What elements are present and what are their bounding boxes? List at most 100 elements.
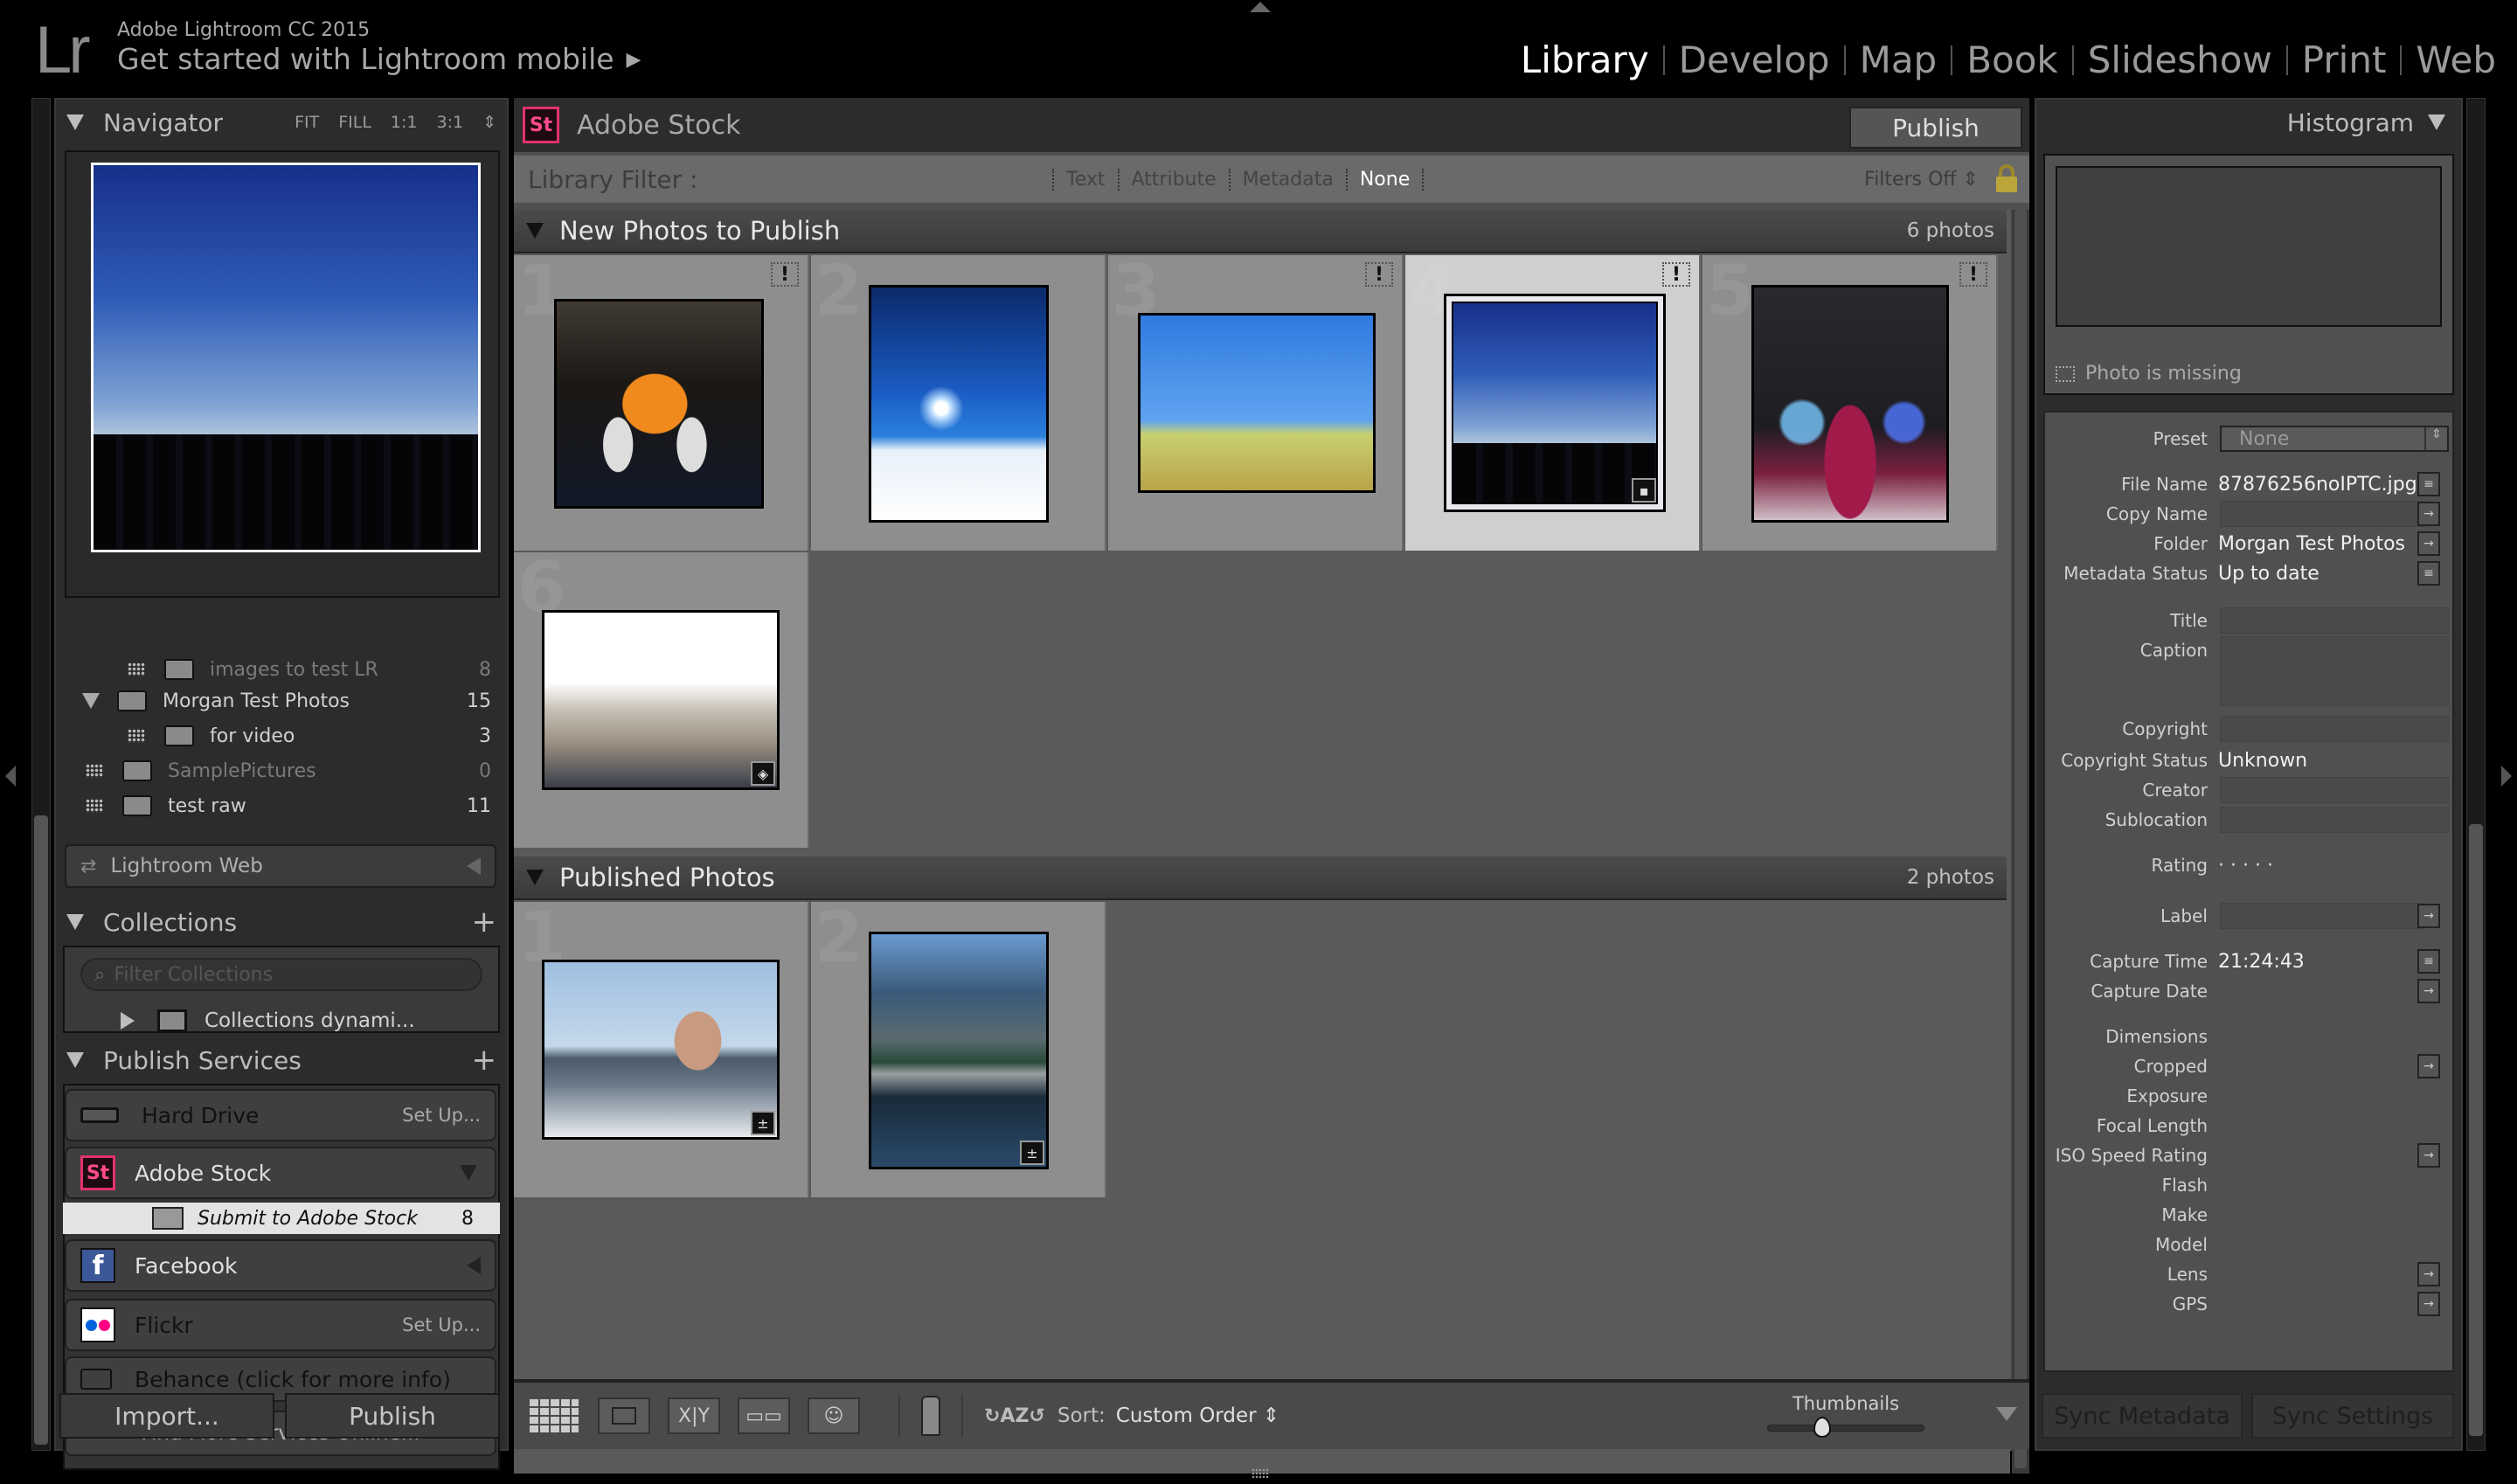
segment-header-published-photos[interactable]: Published Photos 2 photos	[514, 856, 2007, 900]
collapse-triangle-icon[interactable]	[2428, 114, 2445, 130]
filter-metadata[interactable]: Metadata	[1228, 168, 1346, 191]
adjustment-badge-icon[interactable]: ±	[1020, 1141, 1044, 1165]
folder-item-samplepictures[interactable]: SamplePictures 0	[58, 753, 505, 788]
filter-none[interactable]: None	[1345, 168, 1425, 191]
module-web[interactable]: Web	[2402, 38, 2496, 81]
photo-thumbnail-yosemite[interactable]: ±	[869, 932, 1049, 1169]
warning-icon[interactable]: !	[1959, 262, 1987, 287]
metadata-input-caption[interactable]	[2220, 636, 2449, 706]
metadata-input-creator[interactable]	[2220, 777, 2449, 803]
folder-item-images-to-test-lr[interactable]: images to test LR 8	[58, 655, 505, 683]
left-panel-scrollbar[interactable]	[31, 98, 51, 1451]
warning-icon[interactable]: !	[771, 262, 799, 287]
grid-cell[interactable]: 1 ±	[514, 897, 809, 1197]
collapse-triangle-icon[interactable]	[66, 914, 84, 930]
filmstrip-toggle-grip-icon[interactable]	[1252, 1468, 1269, 1479]
photo-thumbnail-skier[interactable]	[869, 285, 1049, 523]
service-flickr[interactable]: Flickr Set Up...	[65, 1299, 496, 1351]
grid-cell[interactable]: 1 !	[514, 250, 809, 551]
go-to-arrow-icon[interactable]: →	[2417, 1143, 2440, 1168]
metadata-input-sublocation[interactable]	[2220, 807, 2449, 833]
adjustment-badge-icon[interactable]: ±	[751, 1111, 775, 1135]
grid-cell[interactable]: 6 ◈	[514, 547, 809, 848]
collapse-triangle-icon[interactable]	[66, 114, 84, 130]
go-to-arrow-icon[interactable]: →	[2417, 1292, 2440, 1316]
grid-scroll-thumb[interactable]	[2014, 210, 2027, 1468]
expand-triangle-icon[interactable]	[121, 1012, 135, 1030]
go-to-arrow-icon[interactable]: →	[2417, 904, 2440, 928]
compare-view-button[interactable]: X|Y	[668, 1397, 720, 1434]
module-library[interactable]: Library	[1507, 38, 1663, 81]
right-panel-scrollbar[interactable]	[2466, 98, 2486, 1451]
photo-thumbnail-bubbles[interactable]	[1751, 285, 1949, 523]
metadata-input-copy-name[interactable]	[2220, 501, 2424, 527]
expand-dots-icon[interactable]	[128, 729, 145, 743]
metadata-value[interactable]: Unknown	[2218, 750, 2307, 772]
metadata-input-label[interactable]	[2220, 903, 2424, 929]
publish-now-button[interactable]: Publish	[1849, 107, 2022, 149]
add-publish-service-icon[interactable]: +	[472, 1043, 497, 1078]
filter-collections-input[interactable]: ⌕ Filter Collections	[80, 958, 482, 991]
published-collection-submit-to-adobe-stock[interactable]: Submit to Adobe Stock 8	[63, 1203, 500, 1234]
right-scroll-thumb[interactable]	[2469, 824, 2483, 1436]
people-view-button[interactable]: ☺	[808, 1397, 860, 1434]
loupe-view-button[interactable]	[598, 1397, 650, 1434]
survey-view-button[interactable]: ▭▭	[738, 1397, 790, 1434]
lock-icon[interactable]	[1996, 164, 2017, 192]
collapsed-triangle-icon[interactable]	[467, 1257, 481, 1274]
top-panel-toggle-icon[interactable]	[1250, 2, 1271, 12]
metadata-input-copyright[interactable]	[2220, 716, 2449, 742]
keyword-tag-badge-icon[interactable]: ◈	[751, 761, 775, 786]
thumbnail-size-slider-knob[interactable]	[1813, 1417, 1832, 1438]
rating-stars[interactable]: · · · · ·	[2218, 855, 2273, 877]
warning-icon[interactable]: !	[1365, 262, 1393, 287]
expand-dots-icon[interactable]	[86, 764, 103, 778]
warning-icon[interactable]: !	[1662, 262, 1690, 287]
sort-direction-icon[interactable]: ↻AZ↺	[984, 1405, 1045, 1427]
list-action-icon[interactable]: ≡	[2417, 472, 2440, 496]
zoom-fill[interactable]: FILL	[338, 113, 371, 132]
photo-thumbnail-pumpkin[interactable]	[554, 299, 764, 509]
painter-spray-can-icon[interactable]	[921, 1396, 940, 1436]
left-scroll-thumb[interactable]	[34, 815, 48, 1445]
thumbnail-size-slider[interactable]	[1767, 1417, 1924, 1438]
list-action-icon[interactable]: ≡	[2417, 561, 2440, 586]
filter-text[interactable]: Text	[1052, 168, 1118, 191]
module-map[interactable]: Map	[1846, 38, 1952, 81]
module-develop[interactable]: Develop	[1665, 38, 1844, 81]
go-to-arrow-icon[interactable]: →	[2417, 1262, 2440, 1286]
filter-attribute[interactable]: Attribute	[1117, 168, 1229, 191]
filter-presets-dropdown[interactable]: Filters Off ⇕	[1864, 169, 1979, 191]
photo-thumbnail-friends[interactable]: ◈	[542, 610, 780, 790]
setup-link[interactable]: Set Up...	[402, 1105, 481, 1126]
photo-thumbnail-silhouettes[interactable]: ▪	[1444, 294, 1666, 512]
service-hard-drive[interactable]: Hard Drive Set Up...	[65, 1089, 496, 1141]
list-action-icon[interactable]: ≡	[2417, 949, 2440, 974]
setup-link[interactable]: Set Up...	[402, 1314, 481, 1335]
grid-cell[interactable]: 2 ±	[811, 897, 1106, 1197]
expand-dots-icon[interactable]	[128, 662, 145, 676]
collections-header[interactable]: Collections +	[56, 898, 507, 946]
expand-dots-icon[interactable]	[86, 799, 103, 813]
go-to-arrow-icon[interactable]: →	[2417, 531, 2440, 556]
toolbar-options-triangle-icon[interactable]	[1996, 1407, 2017, 1421]
service-adobe-stock[interactable]: St Adobe Stock	[65, 1147, 496, 1199]
import-button[interactable]: Import...	[59, 1393, 274, 1439]
grid-scrollbar[interactable]	[2012, 210, 2029, 1474]
go-to-arrow-icon[interactable]: →	[2417, 979, 2440, 1003]
service-facebook[interactable]: f Facebook	[65, 1239, 496, 1292]
lightroom-mobile-link[interactable]: Get started with Lightroom mobile ▶	[117, 42, 641, 76]
comment-badge-icon[interactable]: ▪	[1632, 478, 1656, 503]
expanded-triangle-icon[interactable]	[460, 1165, 477, 1181]
collapse-triangle-icon[interactable]	[526, 870, 544, 885]
folder-item-morgan-test-photos[interactable]: Morgan Test Photos 15	[58, 683, 505, 718]
collapse-triangle-icon[interactable]	[66, 1052, 84, 1068]
go-to-arrow-icon[interactable]: →	[2417, 502, 2440, 526]
publish-services-header[interactable]: Publish Services +	[56, 1037, 507, 1084]
segment-header-new-photos[interactable]: New Photos to Publish 6 photos	[514, 210, 2007, 253]
photo-thumbnail-boat[interactable]: ±	[542, 960, 780, 1140]
histogram-header[interactable]: Histogram	[2036, 100, 2461, 145]
sync-metadata-button[interactable]: Sync Metadata	[2042, 1393, 2243, 1439]
collection-set-item[interactable]: Collections dynami...	[65, 1002, 498, 1040]
zoom-1-1[interactable]: 1:1	[391, 113, 418, 132]
